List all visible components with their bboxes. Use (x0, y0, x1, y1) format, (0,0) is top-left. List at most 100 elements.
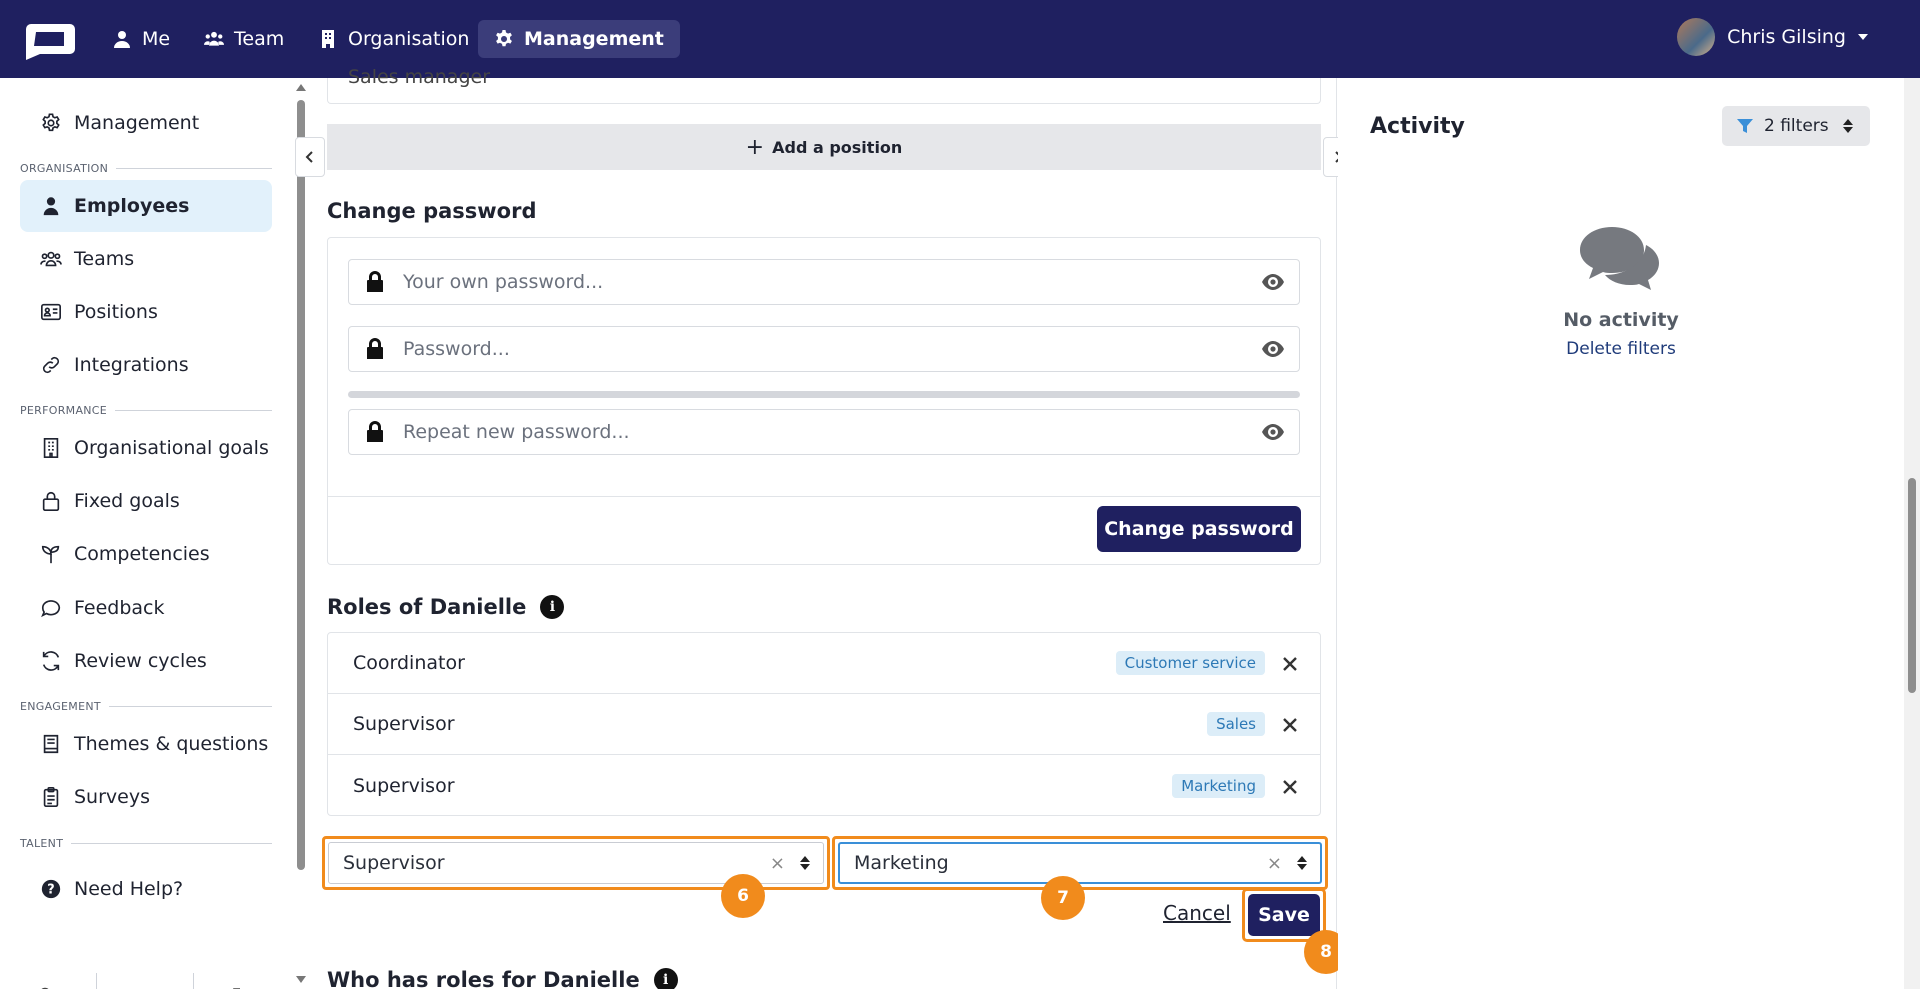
scroll-up-icon[interactable] (296, 84, 306, 91)
team-select-highlight: Marketing × (832, 836, 1328, 890)
building-icon (43, 438, 59, 458)
sidebar-item-label: Need Help? (74, 878, 184, 900)
sidebar-item-label: Employees (74, 195, 190, 217)
user-menu[interactable]: Chris Gilsing (1677, 18, 1868, 56)
sidebar-item-label: Integrations (74, 354, 189, 376)
table-row: Coordinator Customer service (328, 633, 1320, 694)
nav-management[interactable]: Management (478, 20, 680, 58)
sort-arrows-icon (1843, 119, 1853, 133)
sidebar-item-need-help[interactable]: ? Need Help? (20, 863, 272, 915)
sidebar-item-label: Management (74, 112, 200, 134)
nav-organisation[interactable]: Organisation (302, 20, 485, 58)
clear-icon[interactable]: × (770, 853, 785, 874)
nav-me[interactable]: Me (96, 20, 186, 58)
section-engagement: ENGAGEMENT (20, 700, 272, 713)
app-logo-icon[interactable] (18, 18, 78, 60)
sort-arrows-icon (1297, 856, 1307, 870)
sidebar-item-employees[interactable]: Employees (20, 180, 272, 232)
sidebar-footer (0, 968, 290, 989)
roles-list: Coordinator Customer service Supervisor … (327, 632, 1321, 816)
seedling-icon (41, 545, 60, 564)
roles-heading: Roles of Danielle i (327, 595, 565, 619)
sidebar-item-label: Organisational goals (74, 437, 269, 459)
remove-role-button[interactable] (1282, 716, 1298, 732)
remove-role-button[interactable] (1282, 655, 1298, 671)
own-password-input[interactable]: Your own password... (348, 259, 1300, 305)
sidebar-item-integrations[interactable]: Integrations (20, 339, 272, 391)
sidebar-item-fixed-goals[interactable]: Fixed goals (20, 475, 272, 527)
clipboard-icon (43, 787, 59, 807)
sidebar-scrollbar[interactable] (294, 78, 308, 989)
sidebar-item-label: Surveys (74, 786, 150, 808)
team-tag: Marketing (1172, 773, 1265, 798)
scrollbar-thumb[interactable] (297, 100, 305, 870)
collapse-sidebar-button[interactable] (295, 137, 325, 177)
link-icon (42, 356, 60, 374)
user-name: Chris Gilsing (1727, 26, 1846, 48)
cancel-link[interactable]: Cancel (1163, 901, 1231, 925)
sidebar-item-feedback[interactable]: Feedback (20, 582, 272, 634)
people-icon (40, 251, 62, 267)
lock-icon (367, 271, 383, 292)
own-password-placeholder: Your own password... (403, 271, 604, 293)
lock-icon (367, 338, 383, 359)
password-strength-bar (348, 391, 1300, 398)
nav-me-label: Me (142, 28, 171, 50)
add-position-button[interactable]: + Add a position (327, 124, 1321, 170)
delete-filters-link[interactable]: Delete filters (1338, 339, 1904, 359)
person-icon (43, 197, 59, 216)
step-marker: 7 (1041, 876, 1085, 920)
messages-button[interactable] (97, 973, 194, 989)
step-marker: 6 (721, 874, 765, 918)
sidebar-item-organisational-goals[interactable]: Organisational goals (20, 422, 272, 474)
person-icon (114, 31, 130, 48)
info-icon[interactable]: i (540, 595, 565, 619)
page-scrollbar[interactable] (1904, 78, 1920, 989)
people-icon (204, 31, 224, 46)
account-settings-button[interactable] (0, 973, 97, 989)
sidebar-item-management[interactable]: Management (20, 97, 272, 149)
sidebar-item-review-cycles[interactable]: Review cycles (20, 635, 272, 687)
sidebar-item-competencies[interactable]: Competencies (20, 528, 272, 580)
repeat-password-input[interactable]: Repeat new password... (348, 409, 1300, 455)
team-select[interactable]: Marketing × (838, 842, 1322, 884)
sidebar-item-surveys[interactable]: Surveys (20, 771, 272, 823)
save-button[interactable]: Save (1248, 894, 1320, 936)
scroll-down-icon[interactable] (296, 976, 306, 983)
clear-icon[interactable]: × (1267, 853, 1282, 874)
add-position-label: Add a position (772, 137, 903, 157)
nav-team-label: Team (234, 28, 285, 50)
change-password-heading: Change password (327, 199, 537, 223)
refresh-icon (42, 651, 60, 671)
role-name: Supervisor (353, 713, 455, 735)
lock-icon (42, 491, 60, 511)
position-card: Sales manager (327, 66, 1321, 104)
filters-dropdown[interactable]: 2 filters (1722, 106, 1870, 146)
change-password-card: Your own password... Password... Repeat … (327, 237, 1321, 565)
info-icon[interactable]: i (653, 968, 678, 989)
nav-team[interactable]: Team (188, 20, 300, 58)
top-navigation: Me Team Organisation Management Chris Gi… (0, 0, 1920, 78)
filters-label: 2 filters (1764, 116, 1829, 136)
sidebar-item-label: Fixed goals (74, 490, 180, 512)
change-password-button[interactable]: Change password (1097, 506, 1301, 552)
repeat-password-placeholder: Repeat new password... (403, 421, 630, 443)
team-tag: Customer service (1115, 651, 1265, 675)
eye-icon[interactable] (1261, 270, 1285, 294)
plus-icon: + (745, 134, 765, 160)
sidebar-item-positions[interactable]: Positions (20, 286, 272, 338)
scrollbar-thumb[interactable] (1908, 478, 1916, 693)
filter-icon (1737, 119, 1753, 133)
logout-button[interactable] (194, 973, 290, 989)
sidebar-item-themes-questions[interactable]: Themes & questions (20, 718, 272, 770)
sidebar-item-label: Competencies (74, 543, 210, 565)
building-icon (322, 30, 334, 48)
team-tag: Sales (1207, 712, 1265, 736)
sidebar-item-teams[interactable]: Teams (20, 233, 272, 285)
new-password-input[interactable]: Password... (348, 326, 1300, 372)
remove-role-button[interactable] (1282, 778, 1298, 794)
eye-icon[interactable] (1261, 420, 1285, 444)
role-select-value: Supervisor (343, 852, 445, 874)
nav-organisation-label: Organisation (348, 28, 470, 50)
eye-icon[interactable] (1261, 337, 1285, 361)
